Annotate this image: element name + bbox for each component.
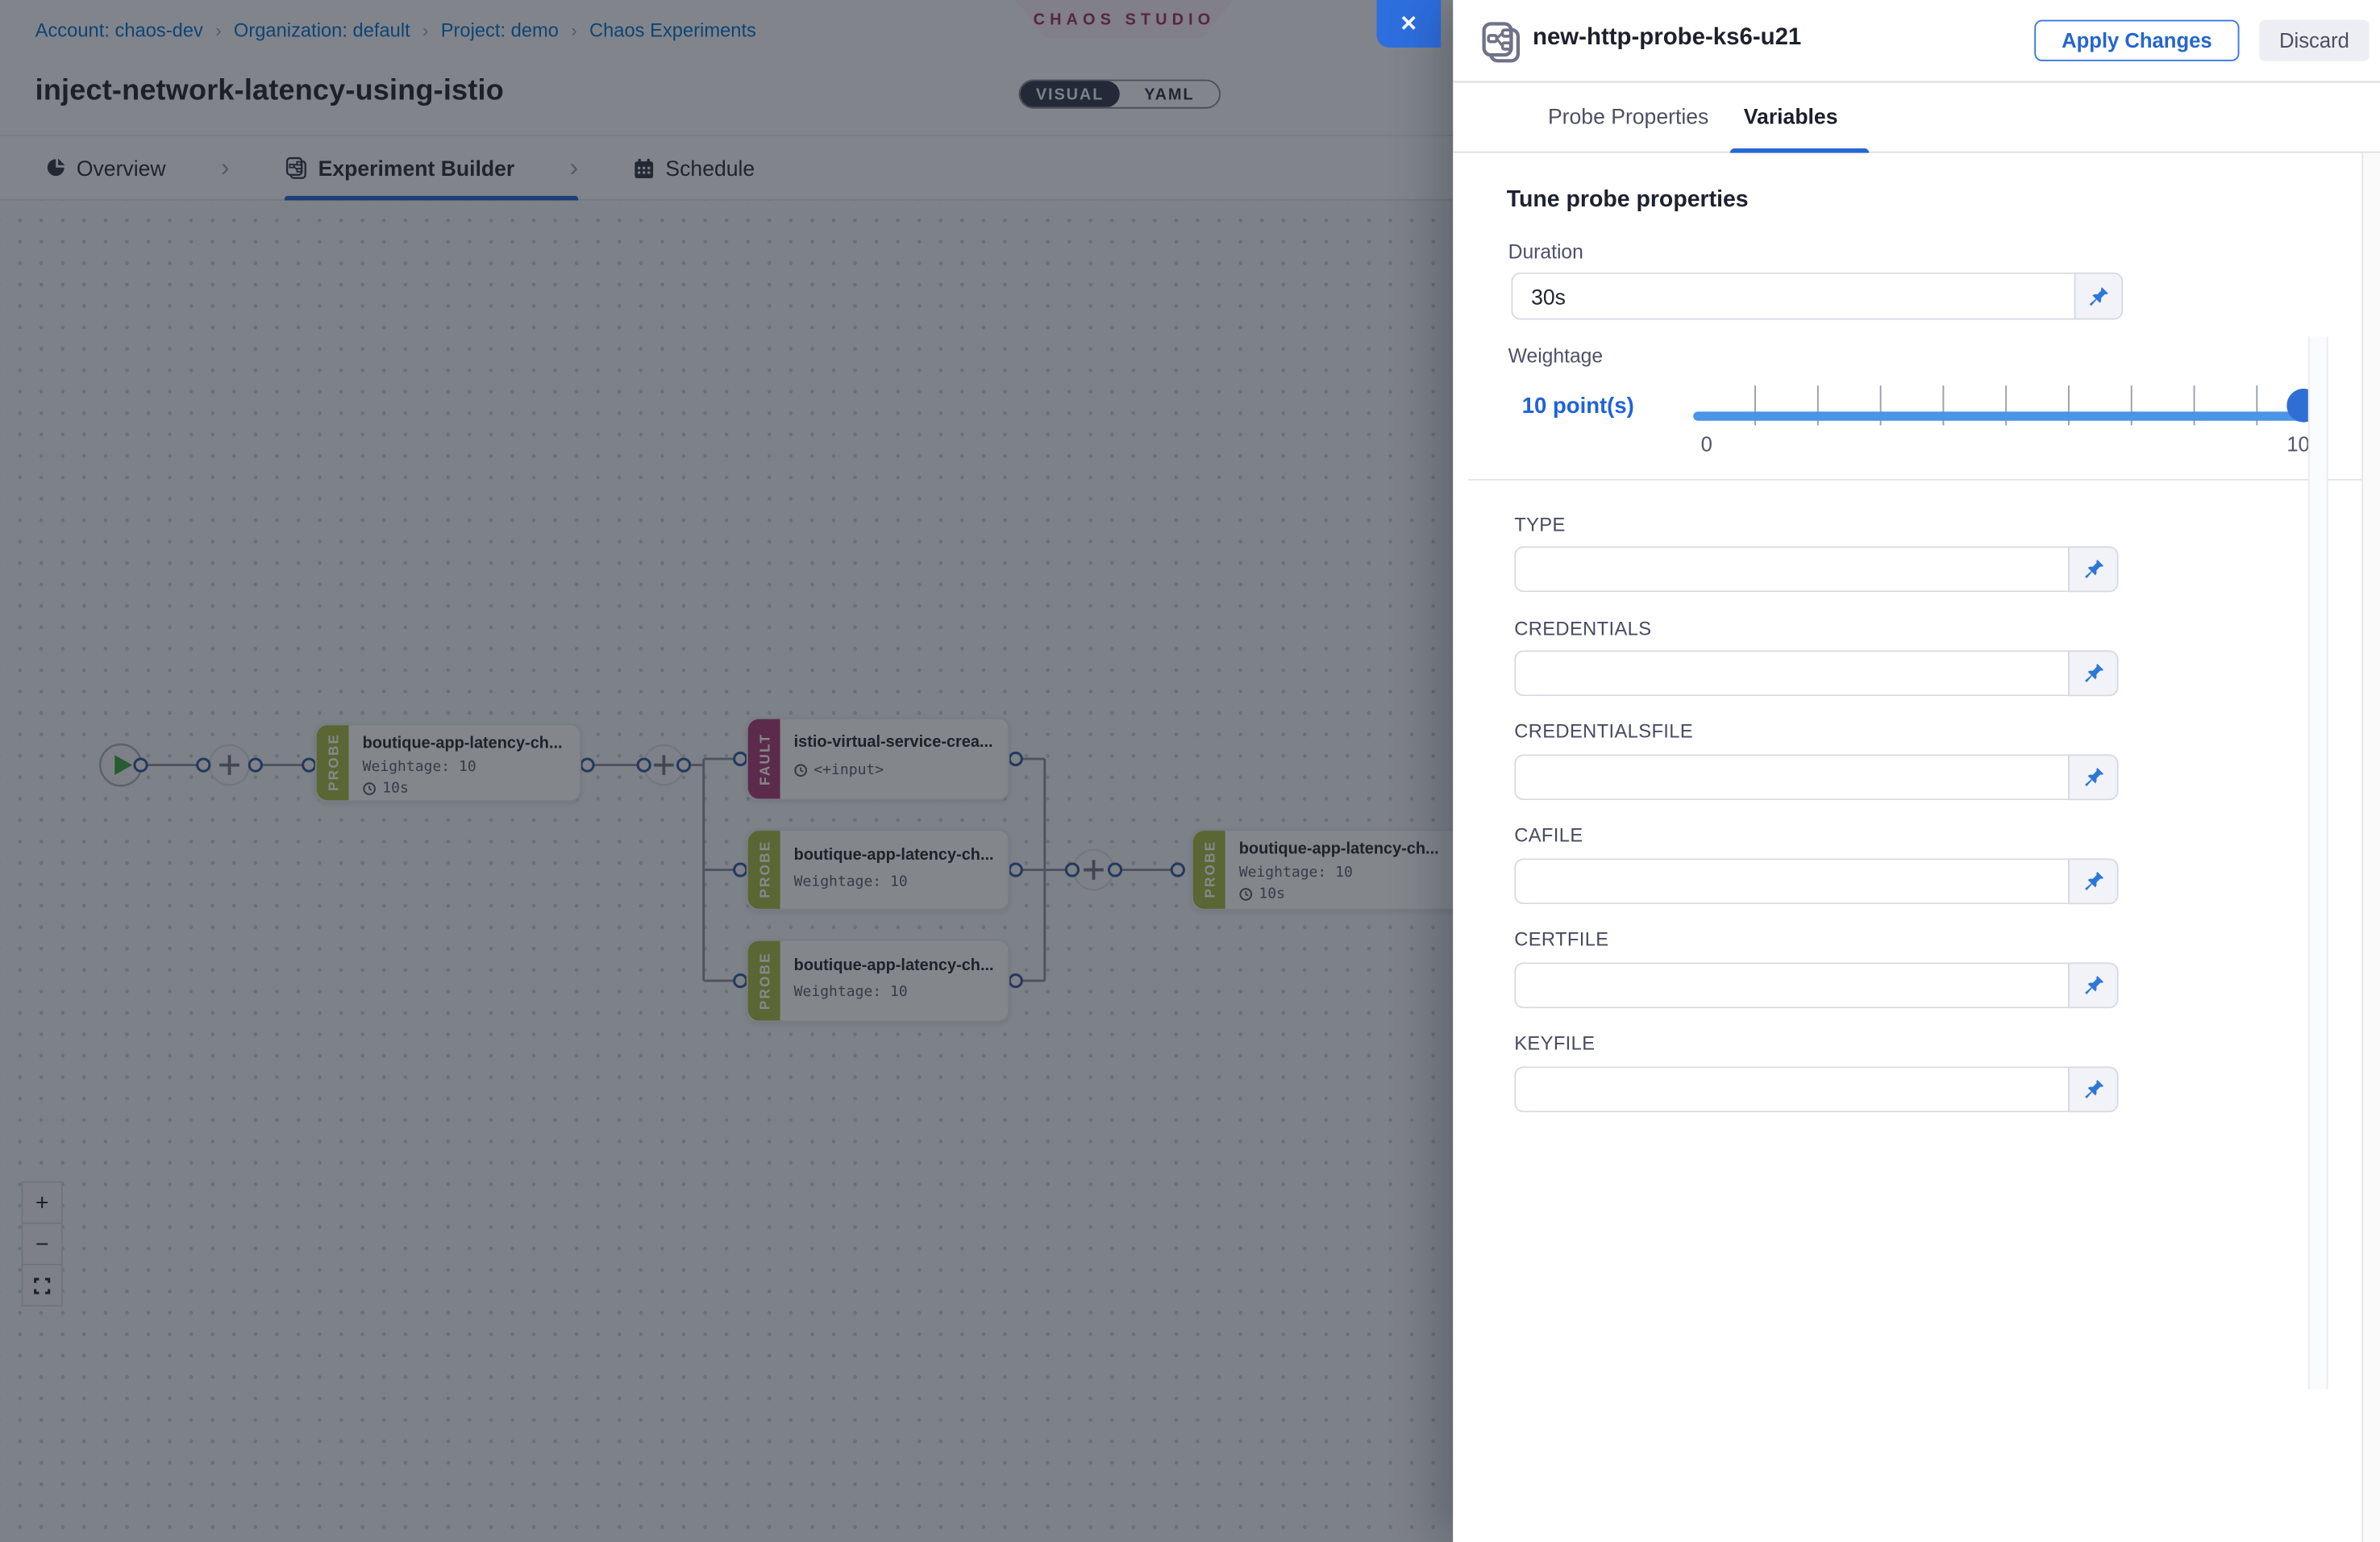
drawer-scrollbar[interactable]: [2361, 153, 2380, 1542]
credentials-input[interactable]: [1514, 650, 2068, 696]
pin-icon: [2087, 284, 2111, 308]
pin-runtime-input-button[interactable]: [2068, 650, 2119, 696]
pin-runtime-input-button[interactable]: [2068, 962, 2119, 1008]
modal-dim-overlay[interactable]: [0, 0, 1453, 1542]
screen: Account: chaos-dev › Organization: defau…: [0, 0, 2380, 1542]
variable-input-group: [1514, 962, 2118, 1008]
variable-input-group: [1514, 858, 2118, 904]
variable-input-group: [1514, 650, 2118, 696]
probe-name-title: new-http-probe-ks6-u21: [1533, 24, 1801, 52]
probe-icon: [1479, 20, 1522, 63]
slider-max-label: 10: [2286, 433, 2310, 456]
pin-runtime-input-button[interactable]: [2068, 754, 2119, 800]
variable-input-group: [1514, 1066, 2118, 1112]
active-tab-underline: [1730, 148, 1870, 153]
weightage-label: Weightage: [1508, 344, 1603, 367]
pin-icon: [2081, 1077, 2105, 1102]
duration-input-group: [1511, 273, 2123, 320]
pin-icon: [2081, 765, 2105, 790]
weightage-value: 10 point(s): [1522, 394, 1634, 419]
variable-input-group: [1514, 754, 2118, 800]
apply-changes-button[interactable]: Apply Changes: [2034, 20, 2239, 61]
credentialsfile-input[interactable]: [1514, 754, 2068, 800]
variable-label-cafile: CAFILE: [1514, 825, 1583, 847]
pin-runtime-input-button[interactable]: [2068, 546, 2119, 592]
probe-config-drawer: new-http-probe-ks6-u21 Apply Changes Dis…: [1453, 0, 2380, 1542]
pin-runtime-input-button[interactable]: [2074, 273, 2124, 320]
keyfile-input[interactable]: [1514, 1066, 2068, 1112]
drawer-tabs: Probe Properties Variables: [1453, 82, 2380, 152]
pin-icon: [2081, 869, 2105, 894]
variable-input-group: [1514, 546, 2118, 592]
slider-min-label: 0: [1701, 433, 1712, 456]
certfile-input[interactable]: [1514, 962, 2068, 1008]
variable-label-credentialsfile: CREDENTIALSFILE: [1514, 721, 1693, 743]
close-icon: ✕: [1400, 10, 1417, 36]
pin-icon: [2081, 973, 2105, 998]
variable-label-certfile: CERTFILE: [1514, 929, 1608, 951]
duration-input[interactable]: [1511, 273, 2074, 320]
experiment-builder-page: Account: chaos-dev › Organization: defau…: [0, 0, 1453, 1542]
variable-label-keyfile: KEYFILE: [1514, 1033, 1595, 1055]
discard-button[interactable]: Discard: [2259, 20, 2370, 61]
pin-icon: [2081, 557, 2105, 581]
drawer-header: new-http-probe-ks6-u21 Apply Changes Dis…: [1453, 0, 2380, 82]
variable-label-credentials: CREDENTIALS: [1514, 618, 1651, 640]
drawer-body: Tune probe properties Duration Weightage…: [1453, 153, 2380, 1542]
section-heading: Tune probe properties: [1507, 186, 1749, 212]
cafile-input[interactable]: [1514, 858, 2068, 904]
close-drawer-button[interactable]: ✕: [1376, 0, 1441, 48]
variable-label-type: TYPE: [1514, 514, 1565, 536]
duration-label: Duration: [1508, 240, 1583, 263]
tab-probe-properties[interactable]: Probe Properties: [1548, 104, 1708, 128]
pin-runtime-input-button[interactable]: [2068, 1066, 2119, 1112]
variables-scrollbar[interactable]: [2308, 336, 2328, 1389]
divider: [1468, 479, 2366, 481]
pin-runtime-input-button[interactable]: [2068, 858, 2119, 904]
type-input[interactable]: [1514, 546, 2068, 592]
pin-icon: [2081, 661, 2105, 686]
slider-track[interactable]: [1693, 411, 2319, 419]
tab-variables[interactable]: Variables: [1744, 104, 1838, 128]
